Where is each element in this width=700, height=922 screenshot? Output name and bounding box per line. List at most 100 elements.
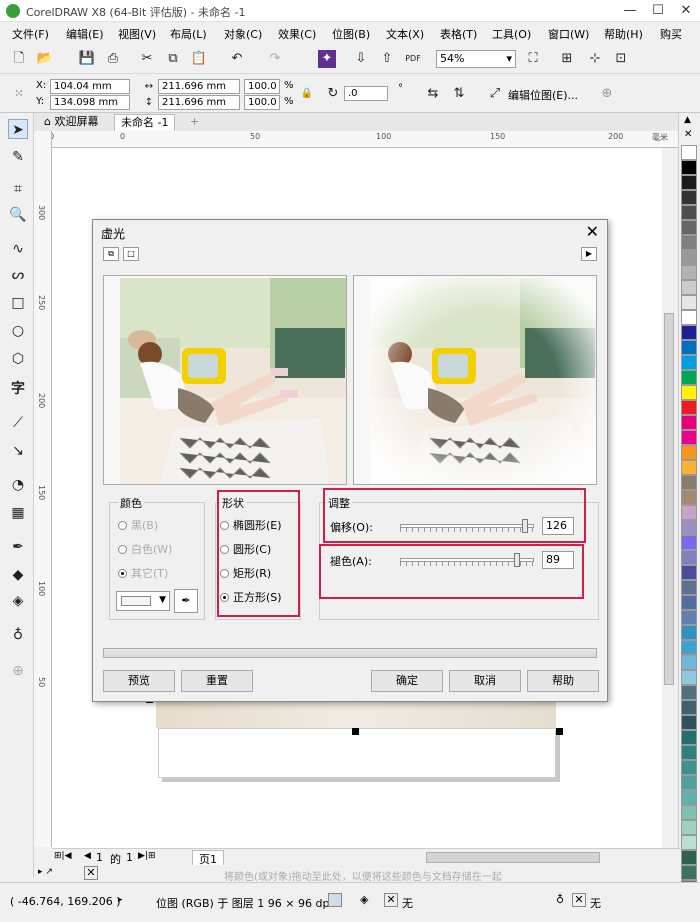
palette-swatch[interactable] [681,475,697,490]
shape-tool-icon[interactable]: ✎ [8,147,28,167]
horizontal-scroll-thumb[interactable] [426,852,600,863]
palette-swatch[interactable] [681,535,697,550]
add-preset-icon[interactable]: ⊕ [598,85,616,103]
menu-layout[interactable]: 布局(L) [170,26,207,42]
palette-swatch[interactable] [681,565,697,580]
next-page-icon[interactable]: ▶|⊞ [138,851,156,861]
palette-swatch[interactable] [681,625,697,640]
menu-buy[interactable]: 购买 [660,26,682,42]
cut-icon[interactable]: ✂ [138,50,156,68]
new-document-icon[interactable]: 🗋 [10,50,28,68]
width-field[interactable]: 211.696 mm [158,79,240,94]
menu-file[interactable]: 文件(F) [12,26,49,42]
palette-swatch[interactable] [681,355,697,370]
color-proof-icon[interactable] [328,893,342,907]
menu-tools[interactable]: 工具(O) [492,26,531,42]
palette-swatch[interactable] [681,655,697,670]
x-position-field[interactable]: 104.04 mm [50,79,130,94]
palette-swatch[interactable] [681,460,697,475]
palette-swatch[interactable] [681,790,697,805]
palette-swatch[interactable] [681,520,697,535]
search-content-icon[interactable]: ✦ [318,50,336,68]
palette-swatch[interactable] [681,610,697,625]
lock-ratio-icon[interactable]: 🔒 [298,85,316,103]
menu-effects[interactable]: 效果(C) [278,26,316,42]
scale-y-field[interactable]: 100.0 [244,95,280,110]
palette-swatch[interactable] [681,340,697,355]
snap-to-icon[interactable]: ⊹ [586,50,604,68]
palette-swatch[interactable] [681,325,697,340]
split-preview-icon[interactable]: ⧉ [103,247,119,261]
palette-swatch[interactable] [681,685,697,700]
cancel-button[interactable]: 取消 [449,670,521,692]
save-icon[interactable]: 💾 [78,50,96,68]
palette-swatch[interactable] [681,220,697,235]
help-button[interactable]: 帮助 [527,670,599,692]
crop-tool-icon[interactable]: ⌗ [8,179,28,199]
minimize-button[interactable]: — [616,0,644,22]
connector-tool-icon[interactable]: ↘ [8,441,28,461]
selection-handle[interactable] [556,728,563,735]
drop-shadow-icon[interactable]: ◔ [8,475,28,495]
palette-swatch[interactable] [681,490,697,505]
mirror-horizontal-icon[interactable]: ⇆ [424,85,442,103]
palette-swatch[interactable] [681,580,697,595]
palette-swatch[interactable] [681,745,697,760]
redo-icon[interactable]: ↷ [266,50,284,68]
copy-icon[interactable]: ⧉ [164,50,182,68]
smart-fill-icon[interactable]: ◈ [8,591,28,611]
palette-swatch[interactable] [681,730,697,745]
outline-pen-icon[interactable]: ♁ [8,625,28,645]
height-field[interactable]: 211.696 mm [158,95,240,110]
color-black-radio[interactable]: 黑(B) [118,517,158,533]
angle-field[interactable]: .0 [344,86,388,101]
options-icon[interactable]: ⊡ [612,50,630,68]
parallel-dimension-icon[interactable]: ⟋ [8,413,28,433]
open-folder-icon[interactable]: 📂 [36,50,54,68]
menu-text[interactable]: 文本(X) [386,26,424,42]
export-icon[interactable]: ⇧ [378,50,396,68]
add-tool-icon[interactable]: ⊕ [8,661,28,681]
object-origin-icon[interactable]: ⁙ [10,85,28,103]
eyedropper-tool-icon[interactable]: ✒ [8,537,28,557]
palette-swatch[interactable] [681,190,697,205]
palette-swatch[interactable] [681,370,697,385]
scale-x-field[interactable]: 100.0 [244,79,280,94]
paste-icon[interactable]: 📋 [190,50,208,68]
palette-swatch[interactable] [681,250,697,265]
full-screen-icon[interactable]: ⛶ [524,50,542,68]
mirror-vertical-icon[interactable]: ⇅ [450,85,468,103]
rectangle-tool-icon[interactable]: □ [8,293,28,313]
y-position-field[interactable]: 134.098 mm [50,95,130,110]
text-tool-icon[interactable]: 字 [8,379,28,399]
prev-page-icon[interactable]: ◀ [84,851,91,861]
palette-swatch[interactable] [681,145,697,160]
palette-swatch[interactable] [681,445,697,460]
palette-up-icon[interactable]: ▲ [684,115,691,125]
single-preview-icon[interactable]: □ [123,247,139,261]
original-preview[interactable] [103,275,347,485]
palette-swatch[interactable] [681,295,697,310]
palette-swatch[interactable] [681,160,697,175]
artistic-media-icon[interactable]: ᔕ [8,265,28,285]
ok-button[interactable]: 确定 [371,670,443,692]
palette-swatch[interactable] [681,715,697,730]
reset-button[interactable]: 重置 [181,670,253,692]
palette-swatch[interactable] [681,265,697,280]
palette-swatch[interactable] [681,550,697,565]
zoom-tool-icon[interactable]: 🔍 [8,205,28,225]
menu-window[interactable]: 窗口(W) [548,26,589,42]
menu-object[interactable]: 对象(C) [224,26,262,42]
palette-swatch[interactable] [681,385,697,400]
palette-swatch[interactable] [681,865,697,880]
polygon-tool-icon[interactable]: ⬡ [8,349,28,369]
tab-document[interactable]: 未命名 -1 [114,114,176,131]
print-icon[interactable]: ⎙ [104,50,122,68]
vertical-scrollbar[interactable] [662,148,676,848]
freehand-tool-icon[interactable]: ∿ [8,239,28,259]
palette-swatch[interactable] [681,400,697,415]
interactive-fill-icon[interactable]: ◆ [8,565,28,585]
expand-icon[interactable]: ▸ [118,895,123,905]
tab-welcome[interactable]: ⌂ 欢迎屏幕 [38,114,105,131]
palette-swatch[interactable] [681,700,697,715]
